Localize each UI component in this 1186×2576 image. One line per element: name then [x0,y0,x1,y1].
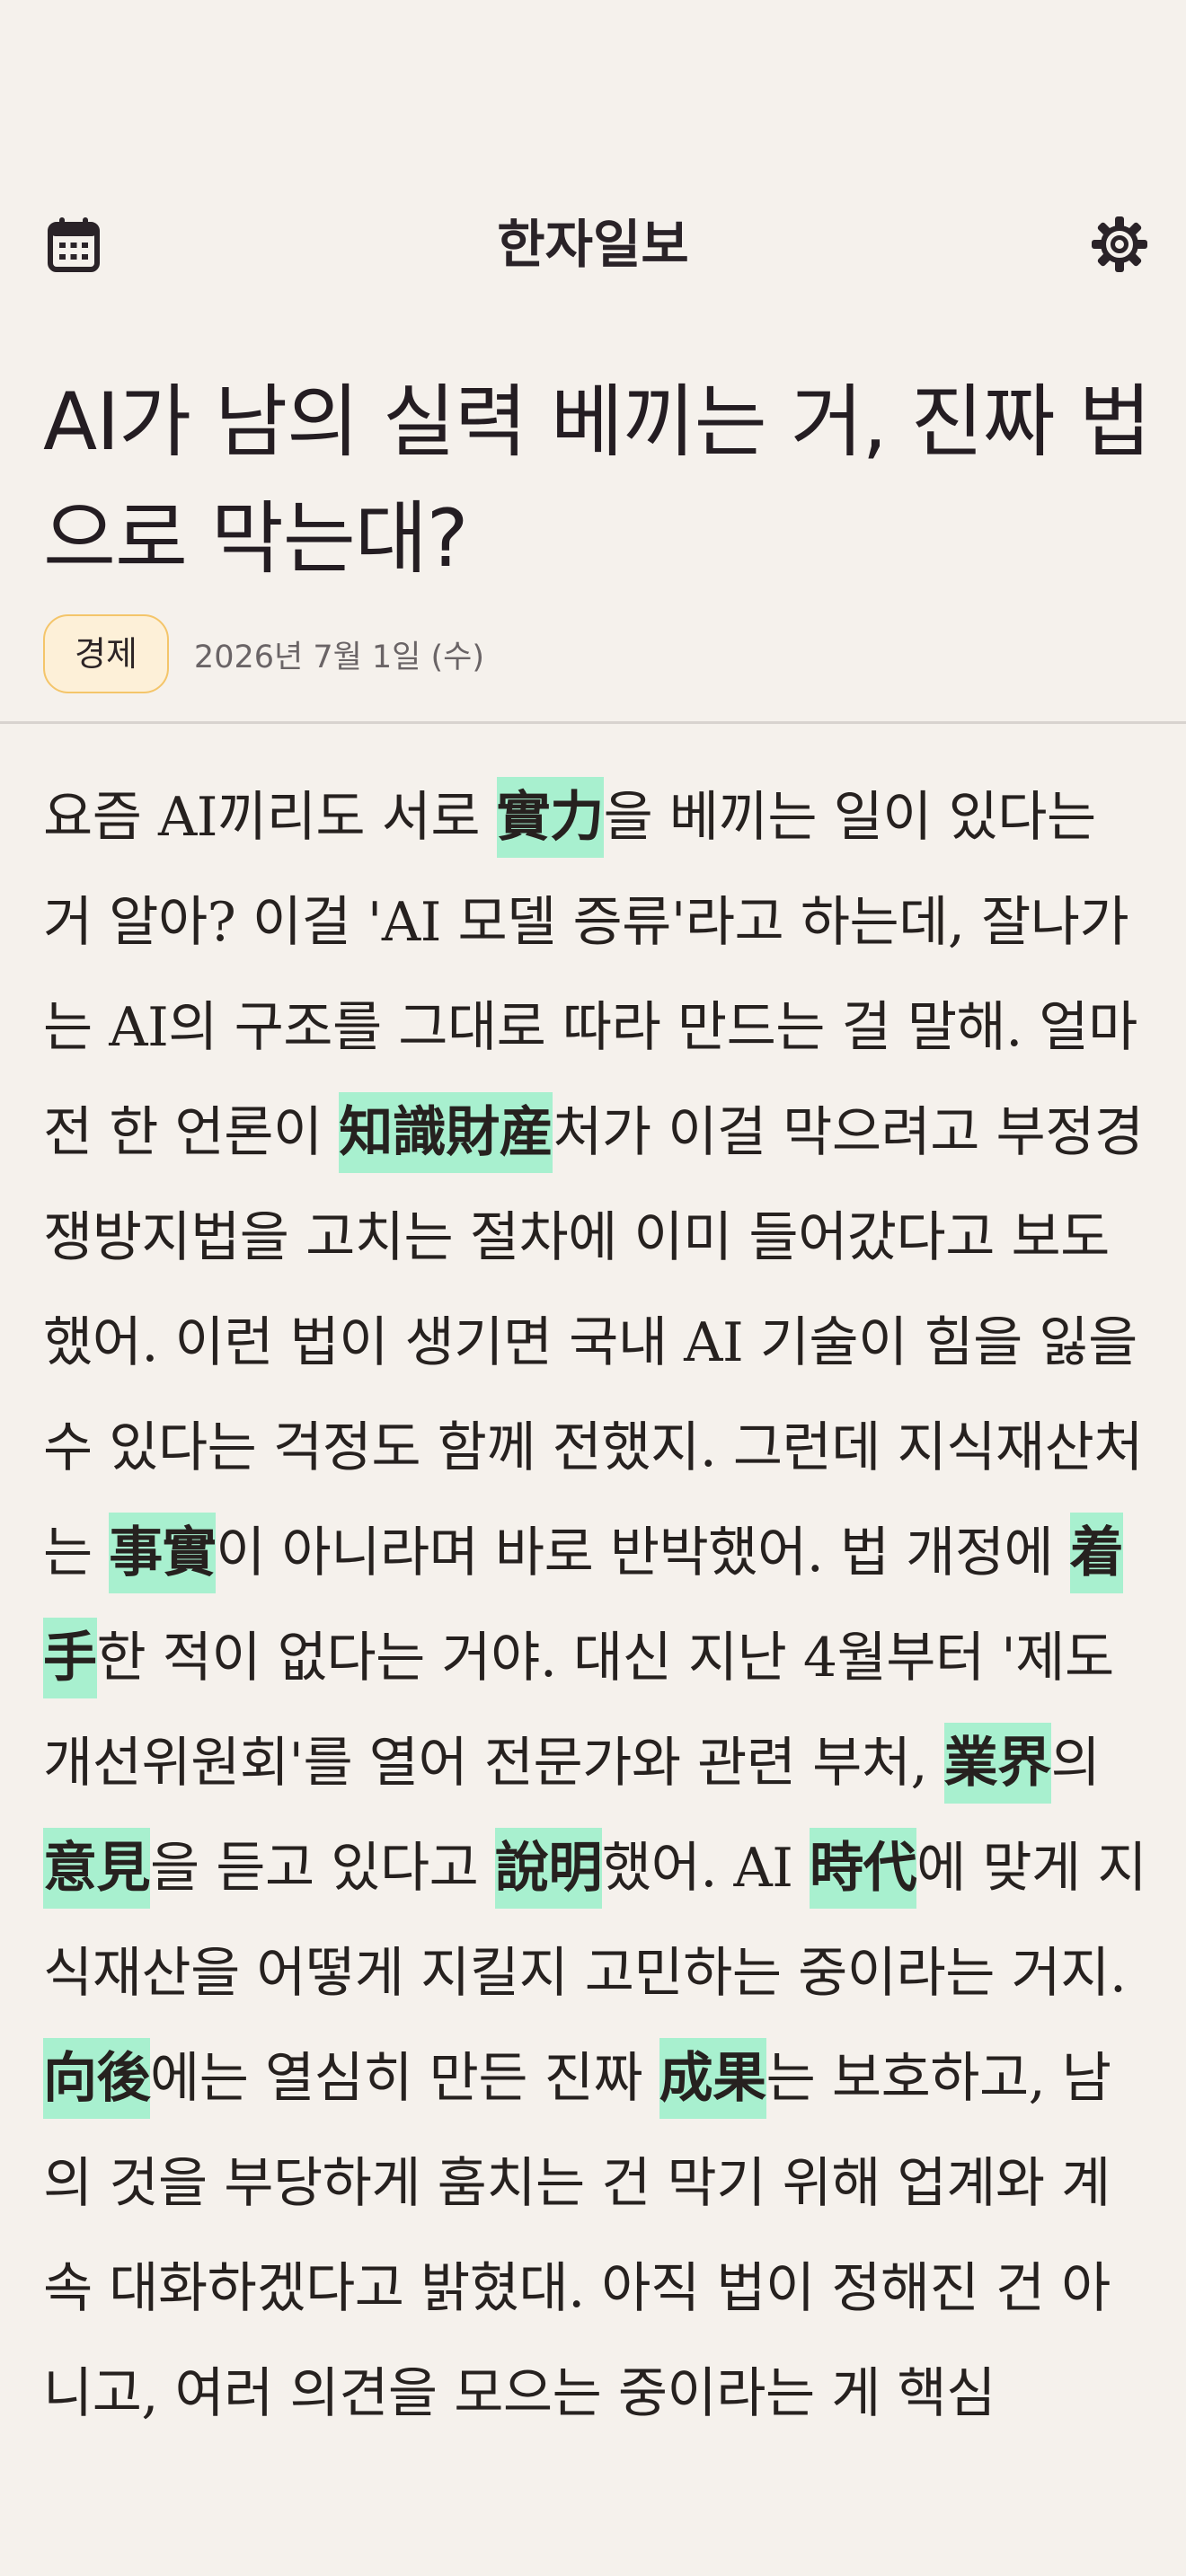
category-badge[interactable]: 경제 [43,614,169,693]
hanja-word[interactable]: 知識財産 [339,1092,553,1173]
gear-icon [1092,216,1147,272]
settings-button[interactable] [1089,214,1150,275]
hanja-word[interactable]: 成果 [659,2038,766,2119]
divider [0,721,1186,724]
hanja-word[interactable]: 向後 [43,2038,151,2119]
hanja-word[interactable]: 事實 [109,1513,217,1593]
hanja-word[interactable]: 業界 [943,1723,1051,1804]
top-bar: 한자일보 [0,199,1186,289]
hanja-word[interactable]: 意見 [43,1828,151,1909]
app-title: 한자일보 [497,214,689,275]
hanja-word[interactable]: 時代 [810,1828,917,1909]
body-text-segment: 이 아니라며 바로 반박했어. 법 개정에 [216,1522,1070,1584]
hanja-word[interactable]: 實力 [496,777,604,858]
hanja-word[interactable]: 說明 [494,1828,602,1909]
body-text-segment: 했어. AI [601,1837,810,1900]
article-meta: 경제 2026년 7월 1일 (수) [43,614,484,693]
article-headline: AI가 남의 실력 베끼는 거, 진짜 법으로 막는대? [43,375,1151,585]
article-date: 2026년 7월 1일 (수) [193,639,485,675]
body-text-segment: 을 듣고 있다고 [150,1837,495,1900]
body-text-segment: 에는 열심히 만든 진짜 [150,2047,659,2110]
body-text-segment: 의 [1050,1732,1101,1795]
body-text-segment: 요즘 AI끼리도 서로 [43,786,497,849]
article-body: 요즘 AI끼리도 서로 實力을 베끼는 일이 있다는 거 알아? 이걸 'AI … [43,765,1150,2447]
